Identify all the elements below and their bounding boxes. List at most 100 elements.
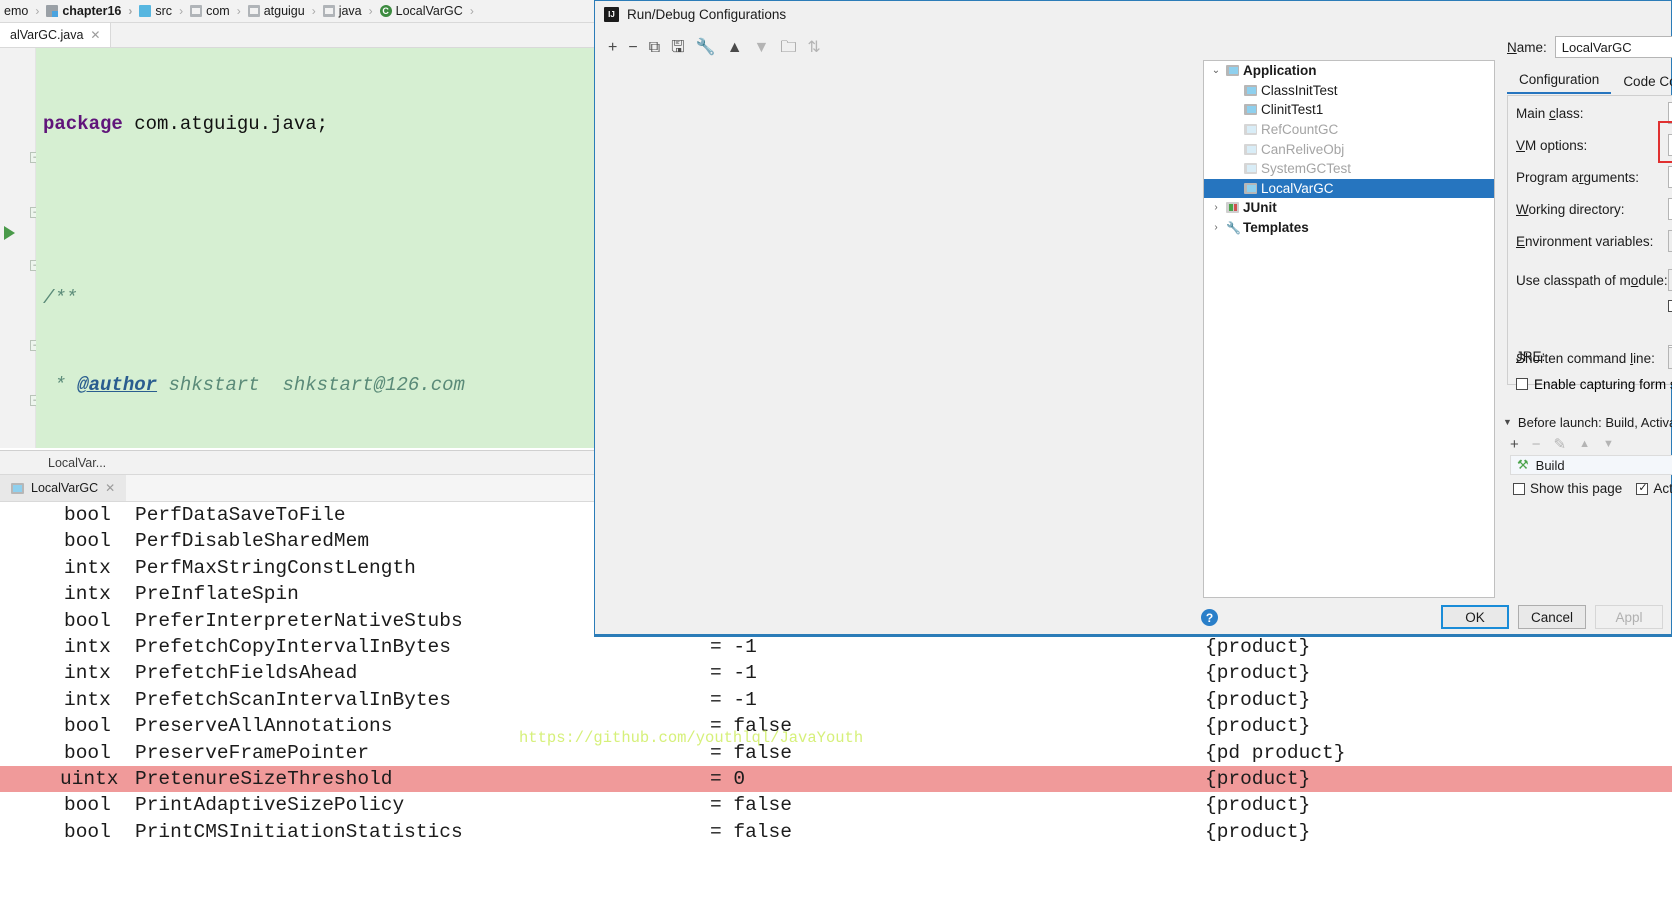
breadcrumb-label: emo	[4, 4, 29, 18]
bl-add-button[interactable]: +	[1510, 436, 1519, 453]
chevron-down-icon[interactable]: ⌄	[1210, 65, 1222, 76]
tree-item-classinittest[interactable]: ClassInitTest	[1204, 81, 1494, 101]
bl-remove-button[interactable]: −	[1532, 436, 1541, 453]
tab-configuration[interactable]: Configuration	[1507, 70, 1612, 94]
activate-tool-window-row[interactable]: Activate tool window	[1636, 481, 1672, 496]
tree-item-application[interactable]: ⌄ Application	[1204, 61, 1494, 81]
environment-variables-label: Environment variables:	[1516, 233, 1654, 249]
breadcrumb-item-atguigu[interactable]: atguigu ›	[246, 4, 321, 18]
working-directory-row: Working directory: F:\IDEAWorkSpaceSourc…	[1516, 197, 1672, 221]
editor-tab-localvargc-java[interactable]: alVarGC.java ✕	[0, 23, 112, 47]
configurations-toolbar: + − ⧉ 🖫 🔧 ▲ ▼ 🗀 ⇅	[603, 35, 903, 61]
bl-down-button[interactable]: ▼	[1603, 438, 1614, 450]
dialog-buttons: OK Cancel Appl	[1441, 605, 1663, 629]
chevron-right-icon: ›	[128, 4, 133, 18]
tab-code-coverage[interactable]: Code Coverage	[1611, 72, 1672, 94]
activate-tool-window-checkbox[interactable]	[1636, 481, 1649, 495]
cancel-button[interactable]: Cancel	[1518, 605, 1586, 629]
flag-type: bool	[64, 715, 111, 738]
program-arguments-label: Program arguments:	[1516, 169, 1640, 185]
move-down-button[interactable]: ▼	[754, 40, 770, 56]
tool-window-title: LocalVar...	[48, 455, 107, 470]
flag-kind: {product}	[1205, 635, 1311, 658]
ok-button[interactable]: OK	[1441, 605, 1509, 629]
working-directory-input[interactable]: F:\IDEAWorkSpaceSourceCode\JVMDemo ▾	[1668, 198, 1672, 220]
code-editor[interactable]: package com.atguigu.java; /** * @author …	[36, 48, 600, 448]
breadcrumb-label: atguigu	[263, 4, 305, 18]
sort-button[interactable]: ⇅	[807, 40, 820, 56]
flag-type: intx	[64, 556, 111, 579]
editor-gutter[interactable]	[0, 48, 36, 448]
tree-item-templates[interactable]: › 🔧 Templates	[1204, 218, 1494, 238]
tree-item-systemgctest[interactable]: SystemGCTest	[1204, 159, 1494, 179]
apply-button[interactable]: Appl	[1595, 605, 1663, 629]
breadcrumb-item-src[interactable]: src ›	[137, 4, 188, 18]
tree-item-junit[interactable]: › JUnit	[1204, 198, 1494, 218]
flag-kind: {pd product}	[1205, 741, 1346, 764]
before-launch-header[interactable]: ▼ Before launch: Build, Activate tool wi…	[1503, 413, 1672, 431]
enable-capturing-row[interactable]: Enable capturing form snapshots	[1516, 372, 1672, 396]
configuration-form: Main class: com.atguigu.java.LocalVarGC …	[1507, 95, 1672, 392]
flag-type: bool	[64, 820, 111, 843]
help-icon[interactable]: ?	[1201, 609, 1218, 626]
hammer-icon: ⚒	[1517, 457, 1529, 472]
before-launch-title: Before launch: Build, Activate tool wind…	[1517, 414, 1672, 430]
shorten-command-line-label: Shorten command line:	[1516, 350, 1655, 366]
show-this-page-row[interactable]: Show this page	[1513, 481, 1622, 496]
console-row: uintx PretenureSizeThreshold = 0 {product}	[0, 765, 1672, 793]
application-icon	[1244, 104, 1257, 116]
flag-name: PerfDisableSharedMem	[135, 530, 370, 553]
copy-button[interactable]: ⧉	[649, 40, 660, 56]
name-input[interactable]: LocalVarGC	[1554, 36, 1672, 58]
flag-type: intx	[64, 583, 111, 606]
close-icon[interactable]: ✕	[90, 28, 100, 42]
tree-item-localvargc[interactable]: LocalVarGC	[1204, 178, 1494, 199]
vm-options-row: VM options: -XX:+PrintFlagsInitial	[1516, 133, 1672, 157]
breadcrumb-item-java[interactable]: java ›	[321, 4, 378, 18]
close-icon[interactable]: ✕	[105, 481, 115, 495]
console-tab-localvargc[interactable]: LocalVarGC ✕	[0, 475, 127, 501]
run-gutter-icon[interactable]	[4, 226, 15, 240]
chevron-right-icon[interactable]: ›	[1210, 222, 1222, 233]
flag-kind: {product}	[1205, 794, 1311, 817]
shorten-command-line-combo[interactable]: user-local default: none - java [options…	[1668, 347, 1672, 369]
enable-capturing-checkbox[interactable]	[1516, 378, 1528, 390]
breadcrumb-item-emo[interactable]: emo ›	[2, 4, 44, 18]
tree-item-clinittest1[interactable]: ClinitTest1	[1204, 100, 1494, 120]
breadcrumb-item-com[interactable]: com ›	[188, 4, 246, 18]
use-classpath-combo[interactable]: chapter16	[1668, 269, 1672, 291]
chevron-right-icon: ›	[236, 4, 241, 18]
flag-type: intx	[64, 662, 111, 685]
configurations-tree[interactable]: ⌄ Application ClassInitTest ClinitTest1 RefC…	[1203, 60, 1495, 598]
application-icon	[1244, 182, 1257, 194]
add-button[interactable]: +	[608, 40, 617, 56]
edit-templates-button[interactable]: 🔧	[696, 40, 716, 56]
breadcrumb-item-chapter16[interactable]: chapter16 ›	[44, 4, 137, 18]
bl-up-button[interactable]: ▲	[1579, 438, 1590, 450]
chevron-right-icon[interactable]: ›	[1210, 202, 1222, 213]
environment-variables-input[interactable]	[1668, 230, 1672, 252]
show-this-page-checkbox[interactable]	[1513, 482, 1525, 495]
save-button[interactable]: 🖫	[671, 40, 685, 56]
chevron-right-icon: ›	[35, 4, 40, 18]
flag-kind: {product}	[1205, 715, 1311, 738]
breadcrumb-item-localvargc[interactable]: C LocalVarGC ›	[378, 4, 479, 18]
tree-item-refcountgc[interactable]: RefCountGC	[1204, 120, 1494, 140]
chevron-down-icon[interactable]: ▼	[1503, 417, 1512, 427]
remove-button[interactable]: −	[628, 40, 637, 56]
include-dependencies-row[interactable]: Include dependencies with "Provided" sco…	[1668, 294, 1672, 318]
console-row: intx PrefetchScanIntervalInBytes = -1 {prod…	[0, 687, 1672, 713]
tree-item-canreliveobj[interactable]: CanReliveObj	[1204, 139, 1494, 159]
move-up-button[interactable]: ▲	[727, 40, 743, 56]
include-dependencies-checkbox[interactable]	[1668, 300, 1672, 312]
bl-edit-button[interactable]: ✎	[1554, 435, 1567, 453]
before-launch-item-build[interactable]: ⚒ Build	[1510, 455, 1672, 475]
program-arguments-input[interactable]	[1668, 166, 1672, 188]
breadcrumb-label: java	[338, 4, 362, 18]
application-icon	[1226, 65, 1239, 77]
flag-kind: {product}	[1205, 767, 1311, 790]
tree-item-label: Templates	[1243, 220, 1309, 236]
move-into-folder-button[interactable]: 🗀	[780, 40, 796, 56]
code-line: package com.atguigu.java;	[43, 113, 329, 135]
